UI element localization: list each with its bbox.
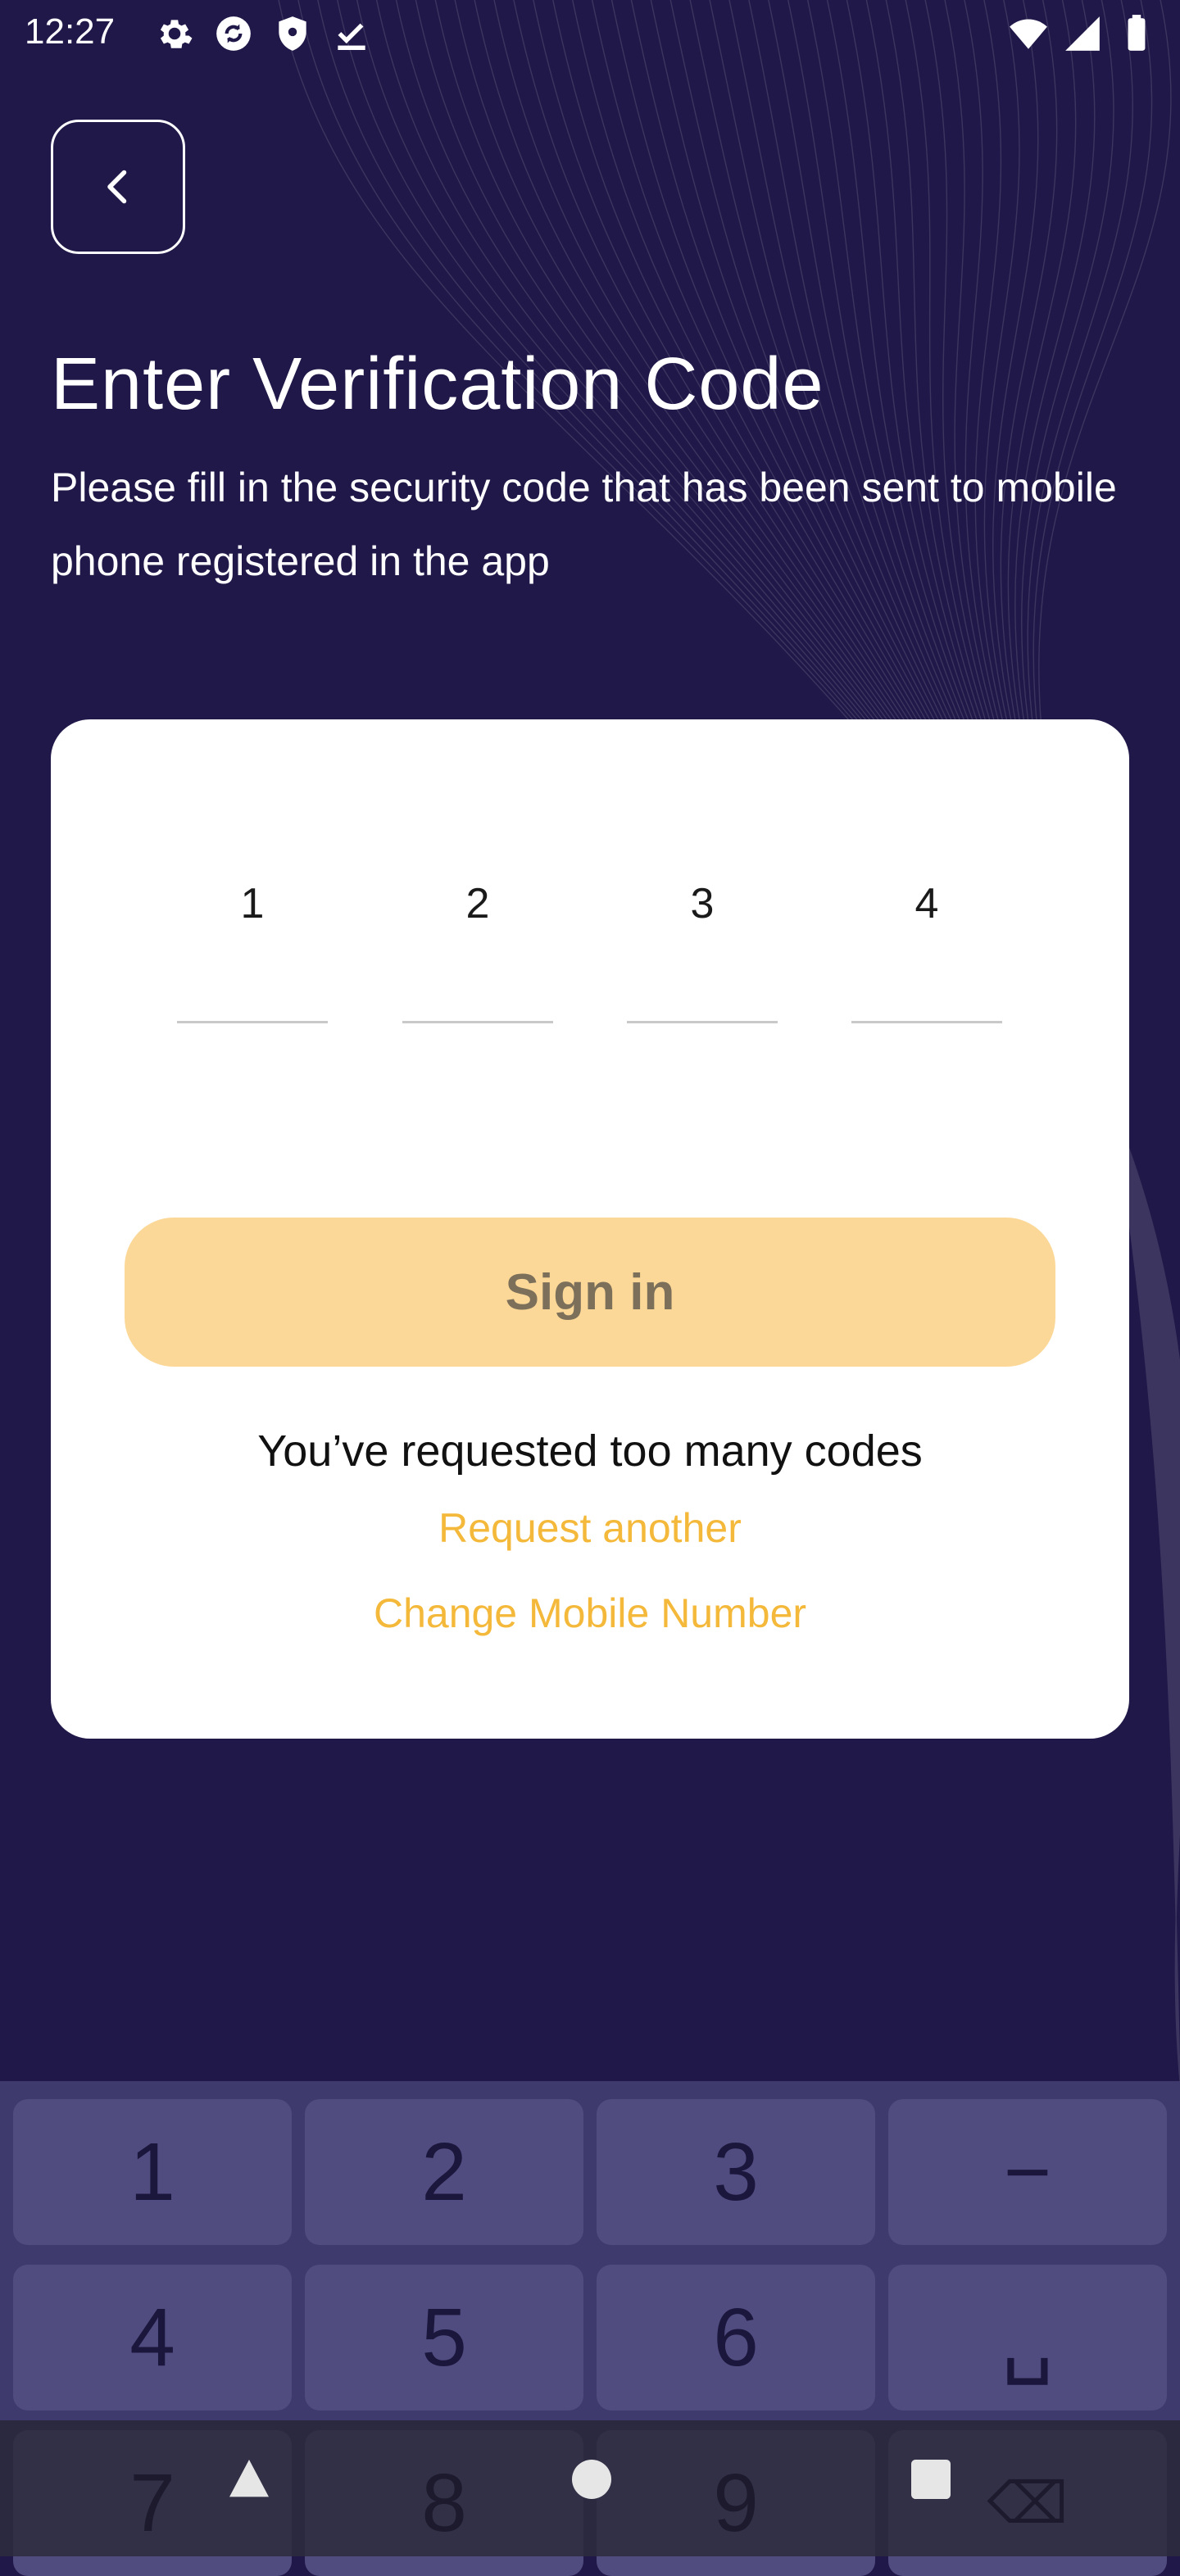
otp-underline bbox=[177, 1021, 328, 1023]
back-button[interactable] bbox=[51, 120, 185, 254]
signal-icon bbox=[1065, 16, 1100, 51]
key-6[interactable]: 6 bbox=[597, 2265, 875, 2410]
chevron-left-icon bbox=[107, 170, 127, 204]
key-1[interactable]: 1 bbox=[13, 2099, 292, 2245]
page-title: Enter Verification Code bbox=[51, 343, 824, 425]
page-subtitle: Please fill in the security code that ha… bbox=[51, 465, 1117, 584]
key-3[interactable]: 3 bbox=[597, 2099, 875, 2245]
key-4[interactable]: 4 bbox=[13, 2265, 292, 2410]
sign-in-button[interactable]: Sign in bbox=[125, 1218, 1055, 1367]
otp-underline bbox=[402, 1021, 553, 1023]
key-space[interactable]: ␣ bbox=[888, 2265, 1167, 2410]
change-mobile-number-link[interactable]: Change Mobile Number bbox=[51, 1590, 1129, 1637]
key-2[interactable]: 2 bbox=[305, 2099, 583, 2245]
too-many-codes-message: You’ve requested too many codes bbox=[257, 1426, 923, 1476]
otp-digit-1[interactable]: 1 bbox=[177, 879, 328, 928]
otp-underline bbox=[851, 1021, 1002, 1023]
status-bar: 12:27 bbox=[0, 0, 1180, 69]
system-navigation-bar bbox=[0, 2420, 1180, 2556]
verification-card: 1 2 3 4 Sign in You’ve requested too man… bbox=[51, 719, 1129, 1739]
request-another-link[interactable]: Request another bbox=[51, 1504, 1129, 1552]
shield-icon bbox=[279, 16, 306, 51]
key-minus[interactable]: − bbox=[888, 2099, 1167, 2245]
sync-icon bbox=[216, 16, 251, 51]
settings-icon bbox=[160, 20, 193, 48]
wifi-icon bbox=[1010, 19, 1047, 49]
nav-recents-icon[interactable] bbox=[905, 2453, 957, 2506]
status-time: 12:27 bbox=[25, 11, 116, 52]
key-5[interactable]: 5 bbox=[305, 2265, 583, 2410]
nav-home-icon[interactable] bbox=[565, 2453, 618, 2506]
nav-back-icon[interactable] bbox=[223, 2453, 275, 2506]
otp-digit-2[interactable]: 2 bbox=[402, 879, 553, 928]
battery-icon bbox=[1128, 15, 1146, 51]
otp-underline bbox=[627, 1021, 778, 1023]
download-done-icon bbox=[338, 23, 365, 50]
otp-digit-3[interactable]: 3 bbox=[627, 879, 778, 928]
otp-digit-4[interactable]: 4 bbox=[851, 879, 1002, 928]
